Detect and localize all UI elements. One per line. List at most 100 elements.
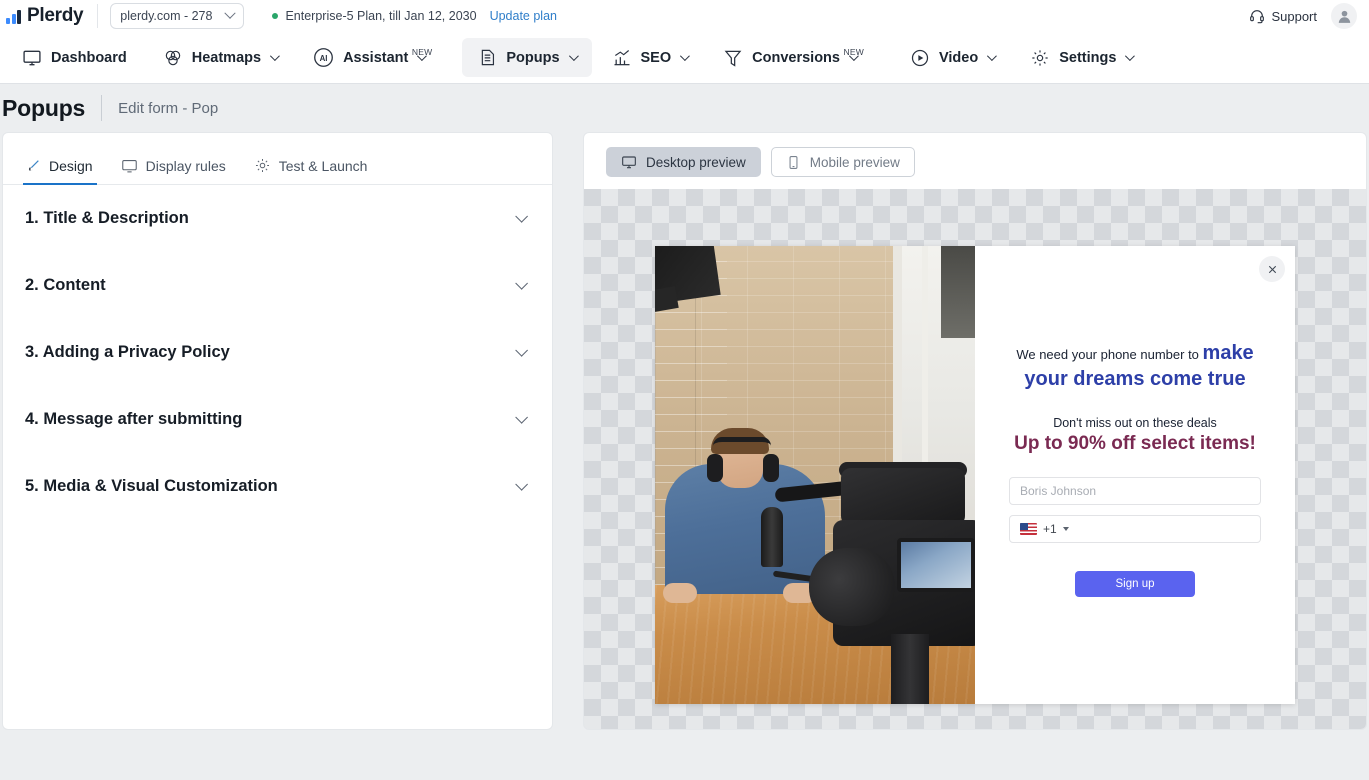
chevron-down-icon xyxy=(225,8,236,19)
headset-icon xyxy=(1249,8,1265,24)
venn-icon xyxy=(163,48,183,68)
country-code-selector[interactable]: +1 xyxy=(1020,522,1069,536)
chevron-down-icon xyxy=(987,51,997,61)
nav-label: Conversions xyxy=(752,50,840,66)
breadcrumb: Edit form - Pop xyxy=(118,100,218,117)
tab-design[interactable]: Design xyxy=(23,151,107,184)
popup-phone-input[interactable]: +1 xyxy=(1009,515,1261,543)
section-label: 5. Media & Visual Customization xyxy=(25,477,278,496)
popup-preview: We need your phone number to make your d… xyxy=(655,246,1295,704)
popup-name-input[interactable]: Boris Johnson xyxy=(1009,477,1261,505)
nav-item-video[interactable]: Video xyxy=(894,38,1010,77)
popup-form: We need your phone number to make your d… xyxy=(975,246,1295,704)
svg-text:AI: AI xyxy=(320,54,328,63)
support-button[interactable]: Support xyxy=(1249,8,1317,24)
caret-down-icon xyxy=(1063,527,1069,531)
chevron-down-icon xyxy=(515,411,528,424)
funnel-icon xyxy=(723,48,743,68)
monitor-icon xyxy=(22,48,42,68)
site-selector[interactable]: plerdy.com - 278 xyxy=(110,3,244,29)
plerdy-logo[interactable]: Plerdy xyxy=(0,5,83,27)
popup-subline: Don't miss out on these deals xyxy=(1009,416,1261,430)
close-icon[interactable] xyxy=(1259,256,1285,282)
brush-icon xyxy=(25,158,41,174)
section-title-description[interactable]: 1. Title & Description xyxy=(25,185,530,252)
tab-display-rules[interactable]: Display rules xyxy=(107,151,240,184)
chevron-down-icon xyxy=(515,344,528,357)
nav-item-dashboard[interactable]: Dashboard xyxy=(6,38,143,77)
desktop-preview-label: Desktop preview xyxy=(646,155,746,170)
update-plan-link[interactable]: Update plan xyxy=(490,9,557,23)
play-circle-icon xyxy=(910,48,930,68)
nav-label: Dashboard xyxy=(51,50,127,66)
nav-label: Video xyxy=(939,50,978,66)
editor-tabs: Design Display rules Test & Launch xyxy=(3,133,552,185)
nav-label: SEO xyxy=(641,50,672,66)
main-navigation: Dashboard Heatmaps AI Assistant NEW Popu… xyxy=(0,32,1369,84)
mobile-preview-label: Mobile preview xyxy=(810,155,900,170)
nav-label: Assistant xyxy=(343,50,408,66)
tab-label: Test & Launch xyxy=(279,158,368,174)
top-bar: Plerdy plerdy.com - 278 Enterprise-5 Pla… xyxy=(0,0,1369,32)
nav-item-popups[interactable]: Popups xyxy=(462,38,591,77)
tab-label: Design xyxy=(49,158,93,174)
status-dot-icon xyxy=(272,13,278,19)
popup-offer: Up to 90% off select items! xyxy=(1009,433,1261,455)
avatar[interactable] xyxy=(1331,3,1357,29)
nav-item-assistant[interactable]: AI Assistant NEW xyxy=(297,38,458,77)
editor-columns: Design Display rules Test & Launch 1. Ti… xyxy=(0,132,1369,732)
section-content[interactable]: 2. Content xyxy=(25,252,530,319)
section-message-after-submitting[interactable]: 4. Message after submitting xyxy=(25,386,530,453)
chevron-down-icon xyxy=(515,210,528,223)
nav-item-seo[interactable]: SEO xyxy=(596,38,704,77)
popup-image xyxy=(655,246,975,704)
section-label: 4. Message after submitting xyxy=(25,410,242,429)
ai-icon: AI xyxy=(313,47,334,68)
close-x-icon xyxy=(1267,264,1278,275)
section-label: 3. Adding a Privacy Policy xyxy=(25,343,230,362)
signup-button[interactable]: Sign up xyxy=(1075,571,1195,597)
editor-panel: Design Display rules Test & Launch 1. Ti… xyxy=(2,132,553,730)
editor-sections: 1. Title & Description 2. Content 3. Add… xyxy=(3,185,552,520)
topbar-divider xyxy=(97,4,98,28)
desktop-preview-button[interactable]: Desktop preview xyxy=(606,147,761,177)
page-header: Popups Edit form - Pop xyxy=(0,84,1369,132)
mobile-icon xyxy=(786,155,801,170)
preview-toolbar: Desktop preview Mobile preview xyxy=(584,133,1366,189)
popup-headline-plain: We need your phone number to xyxy=(1016,347,1202,362)
breadcrumb-divider xyxy=(101,95,102,121)
monitor-icon xyxy=(621,154,637,170)
nav-item-conversions[interactable]: Conversions NEW xyxy=(707,38,890,77)
nav-item-settings[interactable]: Settings xyxy=(1014,38,1148,77)
section-label: 2. Content xyxy=(25,276,106,295)
preview-panel: Desktop preview Mobile preview xyxy=(583,132,1367,730)
plerdy-logo-icon xyxy=(6,9,21,24)
plerdy-logo-text: Plerdy xyxy=(27,5,83,27)
preview-canvas: We need your phone number to make your d… xyxy=(584,189,1366,730)
chart-up-icon xyxy=(612,48,632,68)
document-icon xyxy=(478,48,497,67)
mobile-preview-button[interactable]: Mobile preview xyxy=(771,147,915,177)
support-label: Support xyxy=(1271,9,1317,24)
chevron-down-icon xyxy=(515,478,528,491)
section-label: 1. Title & Description xyxy=(25,209,189,228)
chevron-down-icon xyxy=(270,51,280,61)
topbar-right: Support xyxy=(1249,3,1357,29)
chevron-down-icon xyxy=(680,51,690,61)
country-code-label: +1 xyxy=(1043,522,1057,536)
section-media-visual-customization[interactable]: 5. Media & Visual Customization xyxy=(25,453,530,520)
site-selector-label: plerdy.com - 278 xyxy=(120,9,212,23)
nav-label: Heatmaps xyxy=(192,50,261,66)
gear-icon xyxy=(1030,48,1050,68)
us-flag-icon xyxy=(1020,523,1037,535)
section-privacy-policy[interactable]: 3. Adding a Privacy Policy xyxy=(25,319,530,386)
screen-icon xyxy=(121,157,138,174)
user-icon xyxy=(1336,8,1353,25)
plan-info: Enterprise-5 Plan, till Jan 12, 2030 Upd… xyxy=(272,9,557,23)
nav-label: Popups xyxy=(506,50,559,66)
nav-item-heatmaps[interactable]: Heatmaps xyxy=(147,38,293,77)
tab-test-launch[interactable]: Test & Launch xyxy=(240,151,382,184)
nav-label: Settings xyxy=(1059,50,1116,66)
chevron-down-icon xyxy=(515,277,528,290)
gear-icon xyxy=(254,157,271,174)
